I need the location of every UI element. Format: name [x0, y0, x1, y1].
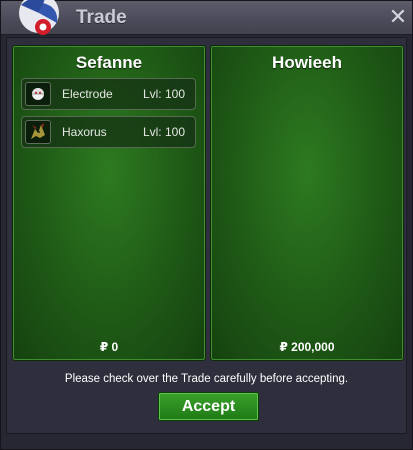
- haxorus-icon: [25, 120, 51, 144]
- right-trade-panel: Howieeh ₽ 200,000: [210, 45, 404, 361]
- pokemon-name: Haxorus: [62, 125, 107, 139]
- title-bar[interactable]: Trade ✕: [1, 0, 412, 35]
- accept-button[interactable]: Accept: [158, 392, 259, 421]
- pokemon-level: Lvl: 100: [142, 87, 185, 101]
- trade-notice: Please check over the Trade carefully be…: [64, 373, 349, 385]
- right-money-offer: ₽ 200,000: [279, 340, 335, 354]
- left-money-offer: ₽ 0: [99, 340, 119, 354]
- trade-content: Sefanne Electrode Lvl: 100 Haxorus Lvl: …: [6, 37, 407, 434]
- left-player-name: Sefanne: [75, 53, 143, 72]
- window-title: Trade: [76, 7, 127, 28]
- pokemon-name: Electrode: [62, 87, 113, 101]
- right-player-name: Howieeh: [272, 53, 342, 72]
- pokemon-slot-haxorus[interactable]: Haxorus Lvl: 100: [21, 116, 196, 148]
- pokemon-slot-electrode[interactable]: Electrode Lvl: 100: [21, 78, 196, 110]
- trade-window: Trade ✕ Sefanne Electrode Lvl: 100 Haxor…: [0, 0, 413, 450]
- close-icon[interactable]: ✕: [388, 6, 408, 28]
- pokemon-level: Lvl: 100: [142, 125, 185, 139]
- electrode-icon: [25, 82, 51, 106]
- left-trade-panel: Sefanne Electrode Lvl: 100 Haxorus Lvl: …: [12, 45, 206, 361]
